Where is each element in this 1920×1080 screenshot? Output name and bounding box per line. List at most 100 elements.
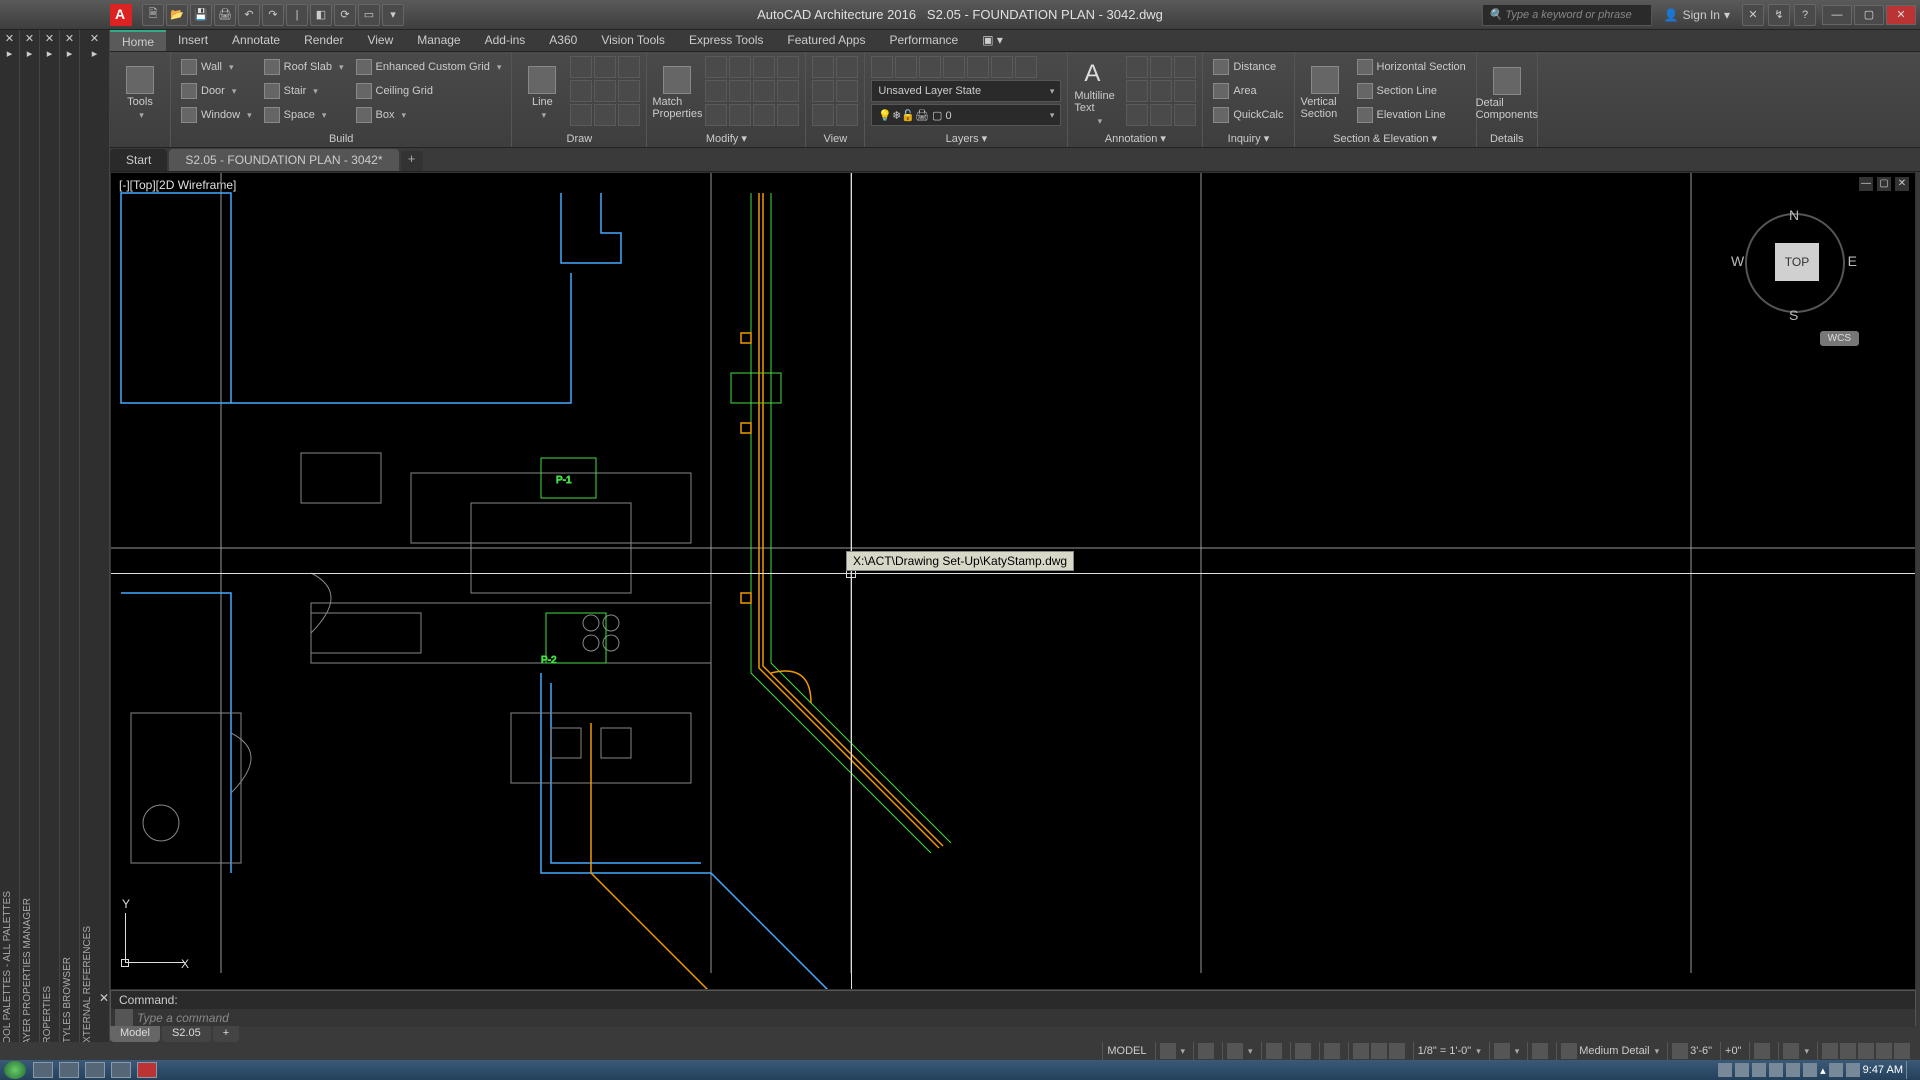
wipeout-icon[interactable] (1150, 104, 1172, 126)
isolate-icon[interactable] (1858, 1043, 1874, 1059)
palette-tool[interactable]: ✕▸ TOOL PALETTES - ALL PALETTES (0, 30, 20, 1060)
tab-performance[interactable]: Performance (877, 30, 970, 51)
dyninput-icon[interactable] (1371, 1043, 1387, 1059)
print-icon[interactable]: 🖨 (214, 4, 236, 26)
view-pan-icon[interactable] (812, 56, 834, 78)
mtext-button[interactable]: AMultiline Text▾ (1074, 56, 1122, 130)
hsection-button[interactable]: Horizontal Section (1353, 56, 1470, 78)
arc-icon[interactable] (618, 56, 640, 78)
stretch-icon[interactable] (753, 56, 775, 78)
layer-iso-icon[interactable] (871, 56, 893, 78)
layer-make-icon[interactable] (991, 56, 1013, 78)
dim-linear-icon[interactable] (1126, 56, 1148, 78)
autohide-icon[interactable]: ▸ (27, 47, 33, 60)
extend-icon[interactable] (777, 80, 799, 102)
command-input[interactable]: Type a command (137, 1011, 229, 1025)
elevline-button[interactable]: Elevation Line (1353, 104, 1470, 126)
layer-lock-icon[interactable] (943, 56, 965, 78)
qat-dropdown-icon[interactable]: ▾ (382, 4, 404, 26)
refresh-icon[interactable]: ⟳ (334, 4, 356, 26)
hatch-icon[interactable] (618, 80, 640, 102)
undo-icon[interactable]: ↶ (238, 4, 260, 26)
tab-home[interactable]: Home (110, 30, 166, 51)
tray-misc-icon[interactable] (1803, 1063, 1817, 1077)
taskbar-autocad-icon[interactable] (137, 1062, 157, 1078)
tray-cloud-icon[interactable] (1735, 1063, 1749, 1077)
mirror-icon[interactable] (705, 80, 727, 102)
3dosnap-icon[interactable] (1324, 1043, 1340, 1059)
sb-elev[interactable]: 3'-6" (1690, 1045, 1712, 1057)
autohide-icon[interactable]: ▸ (47, 47, 53, 60)
taskbar-chrome-icon[interactable] (111, 1062, 131, 1078)
revcloud-icon[interactable] (1174, 104, 1196, 126)
layer-match-icon[interactable] (967, 56, 989, 78)
matchprops-button[interactable]: Match Properties (653, 56, 701, 130)
ceilinggrid-button[interactable]: Ceiling Grid (352, 80, 506, 102)
fillet-icon[interactable] (753, 104, 775, 126)
new-icon[interactable]: 🗎 (142, 4, 164, 26)
offset-icon[interactable] (705, 104, 727, 126)
cmd-close-icon[interactable]: ✕ (97, 991, 111, 1005)
close-button[interactable]: ✕ (1886, 5, 1916, 25)
viewcube-wcs[interactable]: WCS (1820, 331, 1859, 346)
taskbar-folder-icon[interactable] (85, 1062, 105, 1078)
view-iso-icon[interactable] (812, 104, 834, 126)
taskbar-clock[interactable]: 9:47 AM (1863, 1064, 1903, 1076)
distance-button[interactable]: Distance (1209, 56, 1287, 78)
view-top-icon[interactable] (836, 104, 858, 126)
help-icon[interactable]: ? (1794, 4, 1816, 26)
view-zoom-icon[interactable] (836, 56, 858, 78)
area-button[interactable]: Area (1209, 80, 1287, 102)
tab-featured[interactable]: Featured Apps (775, 30, 877, 51)
leader-icon[interactable] (1174, 56, 1196, 78)
space-button[interactable]: Space▾ (260, 104, 348, 126)
door-button[interactable]: Door▾ (177, 80, 256, 102)
tray-sound-icon[interactable] (1829, 1063, 1843, 1077)
viewcube-e[interactable]: E (1848, 253, 1857, 269)
osnap-toggle-icon[interactable] (1295, 1043, 1311, 1059)
keynote-icon[interactable] (1174, 80, 1196, 102)
autohide-icon[interactable]: ▸ (67, 47, 73, 60)
taskbar-explorer-icon[interactable] (59, 1062, 79, 1078)
vsection-button[interactable]: Vertical Section (1301, 56, 1349, 130)
show-desktop-button[interactable] (1906, 1061, 1914, 1079)
roofslab-button[interactable]: Roof Slab▾ (260, 56, 348, 78)
tray-shield-icon[interactable] (1752, 1063, 1766, 1077)
move-icon[interactable] (705, 56, 727, 78)
minimize-button[interactable]: — (1822, 5, 1852, 25)
ellipse-icon[interactable] (594, 80, 616, 102)
rectangle-icon[interactable] (570, 80, 592, 102)
palette-styles[interactable]: ✕▸ STYLES BROWSER (60, 30, 80, 1060)
circle-icon[interactable] (594, 56, 616, 78)
doc-tab-file[interactable]: S2.05 - FOUNDATION PLAN - 3042* (169, 149, 398, 171)
sb-model[interactable]: MODEL (1107, 1045, 1146, 1057)
sign-in-button[interactable]: 👤 Sign In ▾ (1656, 8, 1738, 22)
hardware-icon[interactable] (1840, 1043, 1856, 1059)
spline-icon[interactable] (594, 104, 616, 126)
revision-icon[interactable] (1126, 104, 1148, 126)
close-icon[interactable]: ✕ (90, 32, 99, 45)
tab-vision[interactable]: Vision Tools (589, 30, 677, 51)
explode-icon[interactable] (777, 104, 799, 126)
layer-state-combo[interactable]: Unsaved Layer State▾ (871, 80, 1061, 102)
close-icon[interactable]: ✕ (65, 32, 74, 45)
tab-manage[interactable]: Manage (405, 30, 472, 51)
enhancedgrid-button[interactable]: Enhanced Custom Grid▾ (352, 56, 506, 78)
close-icon[interactable]: ✕ (5, 32, 14, 45)
sb-detail[interactable]: Medium Detail (1579, 1045, 1649, 1057)
layer-current-combo[interactable]: 💡❄🔓🖨 ▢ 0▾ (871, 104, 1061, 126)
tab-express[interactable]: Express Tools (677, 30, 775, 51)
line-button[interactable]: Line▾ (518, 56, 566, 131)
viewcube-w[interactable]: W (1731, 253, 1744, 269)
scale-icon[interactable] (729, 80, 751, 102)
tools-button[interactable]: Tools▾ (116, 56, 164, 131)
rotate-icon[interactable] (777, 56, 799, 78)
close-icon[interactable]: ✕ (45, 32, 54, 45)
viewcube-n[interactable]: N (1789, 207, 1799, 223)
tab-annotate[interactable]: Annotate (220, 30, 292, 51)
trim-icon[interactable] (753, 80, 775, 102)
annovis-icon[interactable] (1532, 1043, 1548, 1059)
start-button[interactable] (4, 1061, 26, 1079)
wall-button[interactable]: Wall▾ (177, 56, 256, 78)
infocenter-search[interactable]: 🔍 Type a keyword or phrase (1482, 4, 1652, 26)
